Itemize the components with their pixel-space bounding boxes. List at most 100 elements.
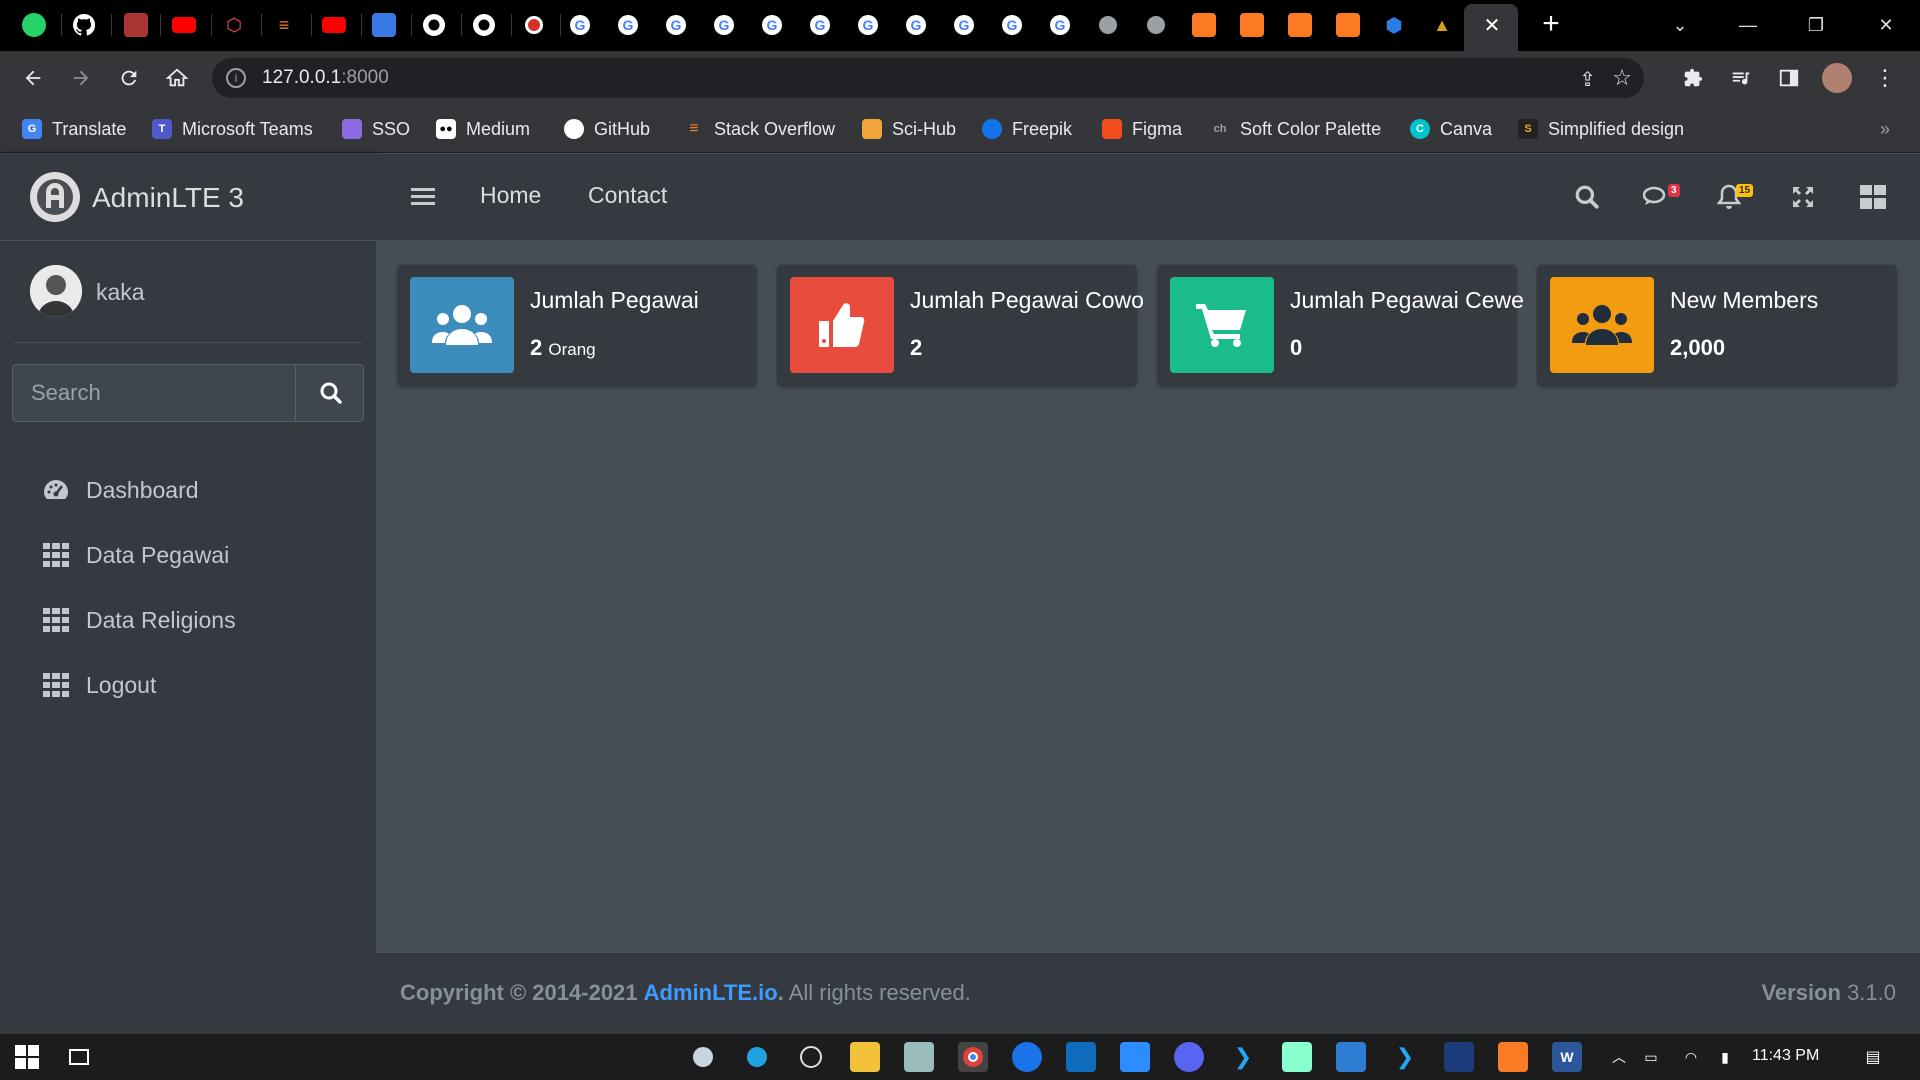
side-panel-icon[interactable] (1772, 61, 1806, 95)
bookmark-star-icon[interactable]: ☆ (1612, 65, 1632, 91)
sidebar-item-logout[interactable]: Logout (14, 657, 362, 713)
battery-icon[interactable]: ▭ (1636, 1042, 1666, 1072)
info-icon[interactable]: i (226, 68, 246, 88)
home-icon[interactable] (160, 61, 194, 95)
bookmark-teams[interactable]: T Microsoft Teams (152, 115, 313, 143)
close-tab-icon[interactable]: ✕ (1480, 14, 1504, 38)
bookmark-soft-color-palette[interactable]: ch Soft Color Palette (1210, 115, 1382, 143)
nav-link-home[interactable]: Home (480, 182, 541, 209)
sidebar-item-dashboard[interactable]: Dashboard (14, 462, 362, 518)
google-icon[interactable]: G (712, 13, 736, 37)
shield-icon[interactable]: ⬢ (1382, 13, 1406, 37)
xampp-icon[interactable] (1192, 13, 1216, 37)
adminlte-link[interactable]: AdminLTE.io (644, 980, 778, 1005)
github-icon[interactable] (472, 13, 496, 37)
steam-icon[interactable] (688, 1042, 718, 1072)
task-view-icon[interactable] (64, 1042, 94, 1072)
menu-icon[interactable]: ⋮ (1868, 61, 1902, 95)
avatar[interactable] (30, 265, 82, 317)
wifi-icon[interactable]: ◠ (1676, 1042, 1706, 1072)
photos-icon[interactable] (1336, 1042, 1366, 1072)
notification-center-icon[interactable]: ▤ (1858, 1042, 1888, 1072)
google-icon[interactable]: G (568, 13, 592, 37)
discord-icon[interactable] (1174, 1042, 1204, 1072)
nav-link-contact[interactable]: Contact (588, 182, 667, 209)
google-icon[interactable]: G (856, 13, 880, 37)
xampp-icon[interactable] (1336, 13, 1360, 37)
reload-icon[interactable] (112, 61, 146, 95)
word-icon[interactable]: W (1552, 1042, 1582, 1072)
control-sidebar-icon[interactable] (1856, 180, 1890, 214)
xampp-icon[interactable] (1240, 13, 1264, 37)
profile-avatar[interactable] (1820, 61, 1854, 95)
tab-search-icon[interactable]: ⌄ (1660, 10, 1700, 40)
notepad-icon[interactable] (1282, 1042, 1312, 1072)
close-window-icon[interactable]: ✕ (1866, 10, 1906, 40)
globe-icon[interactable] (1096, 13, 1120, 37)
address-bar[interactable]: i 127.0.0.1:8000 ⇪ ☆ (212, 58, 1644, 98)
new-tab-button[interactable]: + (1536, 9, 1566, 40)
google-icon[interactable]: G (952, 13, 976, 37)
navbar-search-icon[interactable] (1570, 180, 1604, 214)
contacts-icon[interactable] (372, 13, 396, 37)
sidebar-item-data-pegawai[interactable]: Data Pegawai (14, 527, 362, 583)
app-icon[interactable] (904, 1042, 934, 1072)
vscode-icon[interactable]: ❯ (1228, 1042, 1258, 1072)
brand-link[interactable]: AdminLTE 3 (0, 154, 376, 241)
youtube-icon[interactable] (172, 17, 196, 33)
google-icon[interactable]: G (808, 13, 832, 37)
bookmark-sso[interactable]: SSO (342, 115, 410, 143)
google-icon[interactable]: G (760, 13, 784, 37)
bookmark-simplified[interactable]: S Simplified design (1518, 115, 1684, 143)
forward-icon[interactable] (64, 61, 98, 95)
fullscreen-icon[interactable] (1786, 180, 1820, 214)
user-icon[interactable] (124, 13, 148, 37)
chevron-up-icon[interactable]: ︿ (1604, 1042, 1634, 1072)
powershell-icon[interactable] (1444, 1042, 1474, 1072)
whatsapp-icon[interactable] (22, 13, 46, 37)
github-icon[interactable] (422, 13, 446, 37)
record-icon[interactable] (522, 13, 546, 37)
xampp-icon[interactable] (1498, 1042, 1528, 1072)
more-bookmarks-icon[interactable]: » (1880, 115, 1890, 143)
bookmark-github[interactable]: GitHub (564, 115, 650, 143)
chrome-icon[interactable] (958, 1042, 988, 1072)
zoom-icon[interactable] (1120, 1042, 1150, 1072)
vscode-icon[interactable]: ❯ (1390, 1042, 1420, 1072)
bookmark-freepik[interactable]: Freepik (982, 115, 1072, 143)
github-icon[interactable] (72, 13, 96, 37)
obs-icon[interactable] (796, 1042, 826, 1072)
bookmark-scihub[interactable]: Sci-Hub (862, 115, 956, 143)
extensions-icon[interactable] (1676, 61, 1710, 95)
search-input[interactable] (13, 365, 295, 421)
google-icon[interactable]: G (1000, 13, 1024, 37)
mail-icon[interactable] (1066, 1042, 1096, 1072)
bookmark-translate[interactable]: G Translate (22, 115, 126, 143)
restore-icon[interactable]: ❐ (1796, 10, 1836, 40)
bookmark-medium[interactable]: ●● Medium (436, 115, 530, 143)
edge-icon[interactable] (742, 1042, 772, 1072)
maps-icon[interactable] (1012, 1042, 1042, 1072)
youtube-icon[interactable] (322, 17, 346, 33)
google-icon[interactable]: G (664, 13, 688, 37)
bookmark-stackoverflow[interactable]: ≡ Stack Overflow (684, 115, 835, 143)
google-icon[interactable]: G (1048, 13, 1072, 37)
hamburger-menu-icon[interactable] (406, 180, 440, 214)
file-explorer-icon[interactable] (850, 1042, 880, 1072)
media-icon[interactable] (1724, 61, 1758, 95)
chart-icon[interactable]: ▲ (1430, 13, 1454, 37)
minimize-icon[interactable]: — (1728, 10, 1768, 40)
share-icon[interactable]: ⇪ (1579, 67, 1596, 92)
globe-icon[interactable] (1144, 13, 1168, 37)
sidebar-item-data-religions[interactable]: Data Religions (14, 592, 362, 648)
xampp-icon[interactable] (1288, 13, 1312, 37)
laravel-icon[interactable]: ⬡ (222, 13, 246, 37)
clock[interactable]: 11:43 PM (1752, 1047, 1819, 1065)
bookmark-canva[interactable]: C Canva (1410, 115, 1492, 143)
back-icon[interactable] (16, 61, 50, 95)
username[interactable]: kaka (96, 279, 145, 306)
stackoverflow-icon[interactable]: ≡ (272, 13, 296, 37)
search-button[interactable] (295, 365, 363, 421)
google-icon[interactable]: G (904, 13, 928, 37)
volume-icon[interactable]: ▮ (1710, 1042, 1740, 1072)
